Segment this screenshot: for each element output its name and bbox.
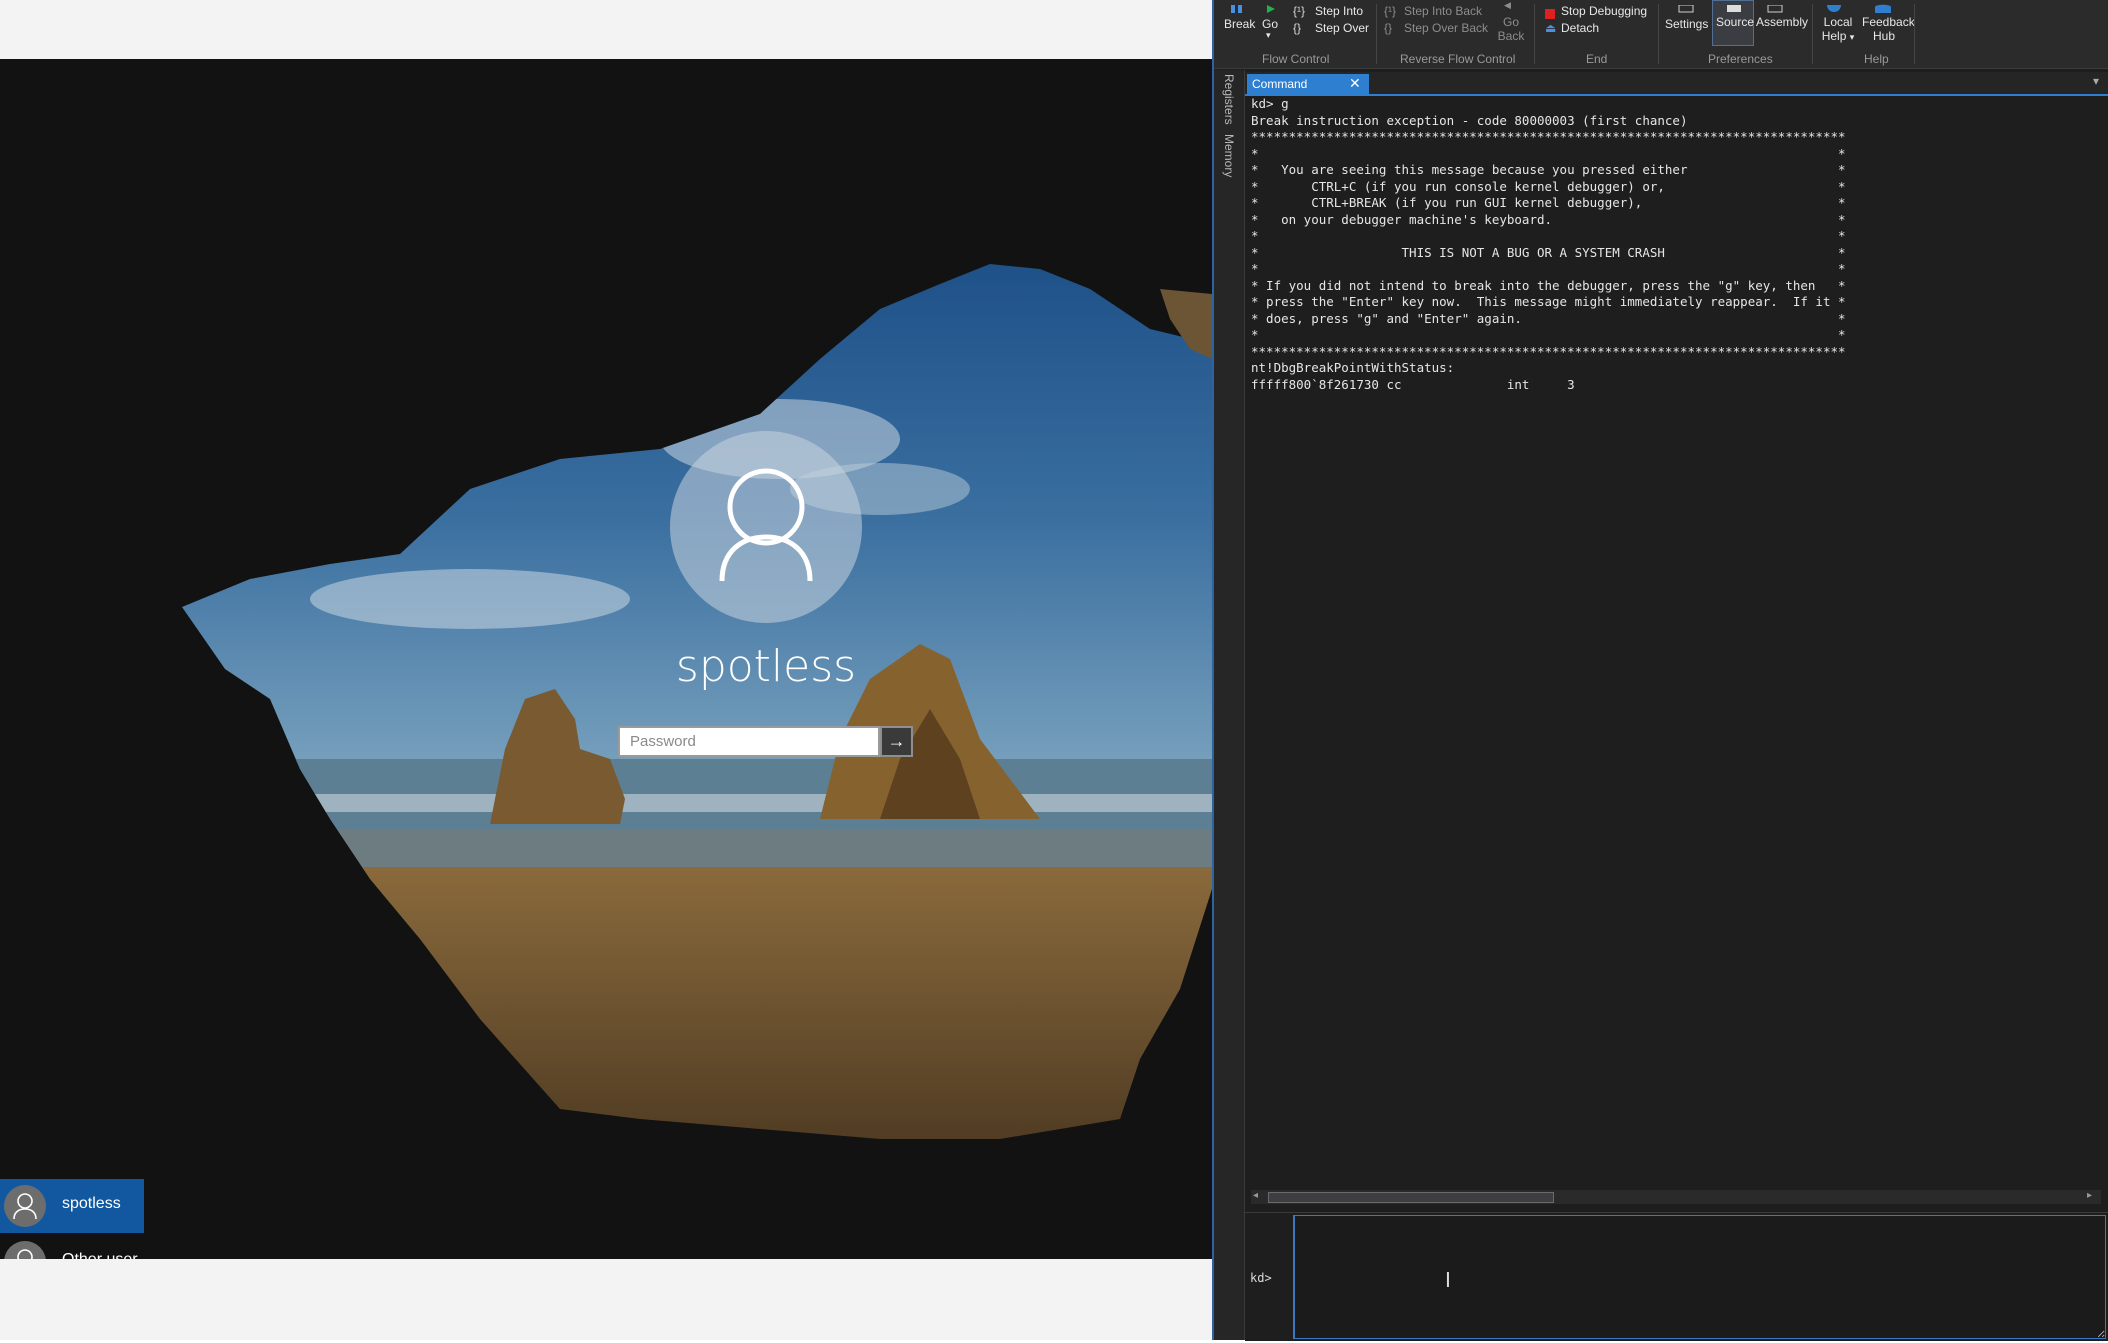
assembly-button[interactable]: Assembly bbox=[1756, 15, 1808, 29]
go-back-button[interactable]: Go Back bbox=[1496, 15, 1526, 43]
group-separator bbox=[1812, 4, 1813, 64]
step-into-button[interactable]: Step Into bbox=[1315, 4, 1363, 18]
step-into-back-button[interactable]: Step Into Back bbox=[1404, 4, 1482, 18]
output-line: ****************************************… bbox=[1251, 343, 1846, 359]
user-tile-label: spotless bbox=[62, 1195, 121, 1212]
user-avatar-large bbox=[670, 431, 862, 623]
group-separator bbox=[1658, 4, 1659, 64]
command-tab-bar: Command ✕ ▾ bbox=[1245, 72, 2108, 96]
end-group-label: End bbox=[1586, 52, 1608, 66]
play-icon bbox=[1266, 0, 1278, 18]
user-tile-spotless[interactable]: spotless bbox=[0, 1179, 144, 1233]
user-avatar bbox=[4, 1241, 46, 1259]
user-tile-other-user[interactable]: Other user bbox=[0, 1235, 144, 1259]
reverse-flow-group-label: Reverse Flow Control bbox=[1400, 52, 1516, 66]
output-line: * CTRL+BREAK (if you run GUI kernel debu… bbox=[1251, 195, 1846, 210]
output-line: Break instruction exception - code 80000… bbox=[1251, 112, 1688, 128]
output-line: * on your debugger machine's keyboard. * bbox=[1251, 211, 1846, 227]
output-line: * * bbox=[1251, 145, 1846, 161]
detach-icon: ⏏ bbox=[1545, 21, 1557, 35]
output-line: * does, press "g" and "Enter" again. * bbox=[1251, 310, 1846, 326]
vm-window-bottom bbox=[0, 1259, 1212, 1340]
command-input-box[interactable] bbox=[1293, 1215, 2106, 1339]
output-line: * CTRL+C (if you run console kernel debu… bbox=[1251, 178, 1846, 194]
command-output: kd> g Break instruction exception - code … bbox=[1251, 96, 2101, 1186]
output-line: ****************************************… bbox=[1251, 129, 1846, 144]
user-icon bbox=[13, 1193, 37, 1220]
kd-prompt: kd> bbox=[1250, 1271, 1272, 1285]
user-tile-label: Other user bbox=[62, 1251, 138, 1259]
step-into-icon: {¹} bbox=[1293, 4, 1306, 18]
step-into-back-icon: {¹} bbox=[1384, 4, 1397, 18]
help-group-label: Help bbox=[1864, 52, 1889, 66]
output-horizontal-scrollbar[interactable]: ◂ ▸ bbox=[1251, 1190, 2101, 1204]
settings-icon bbox=[1678, 0, 1694, 18]
text-cursor-icon: I bbox=[1445, 1268, 1451, 1292]
chevron-down-icon: ▾ bbox=[1849, 32, 1855, 42]
step-over-button[interactable]: Step Over bbox=[1315, 21, 1369, 35]
group-separator bbox=[1914, 4, 1915, 64]
step-over-icon: {} bbox=[1293, 21, 1302, 35]
tab-command-label: Command bbox=[1252, 77, 1308, 91]
go-back-icon: ◀ bbox=[1504, 0, 1511, 10]
ribbon-toolbar: Break Go ▾ {¹} Step Into {} Step Over Fl… bbox=[1214, 0, 2108, 69]
local-help-label: Local Help bbox=[1821, 15, 1853, 43]
login-username: spotless bbox=[675, 641, 857, 692]
vm-lock-screen[interactable]: spotless → spotless Other user bbox=[0, 59, 1212, 1259]
tab-command[interactable]: Command ✕ bbox=[1247, 74, 1369, 94]
output-line: * * bbox=[1251, 327, 1846, 342]
output-line: fffff800`8f261730 cc int 3 bbox=[1251, 376, 1575, 392]
memory-tab[interactable]: Memory bbox=[1222, 134, 1236, 177]
output-line: * THIS IS NOT A BUG OR A SYSTEM CRASH * bbox=[1251, 244, 1846, 260]
settings-button[interactable]: Settings bbox=[1665, 17, 1708, 31]
group-separator bbox=[1376, 4, 1377, 64]
user-avatar bbox=[4, 1185, 46, 1227]
output-line: * You are seeing this message because yo… bbox=[1251, 162, 1846, 177]
output-scrollbar-thumb[interactable] bbox=[1268, 1192, 1554, 1203]
output-line: nt!DbgBreakPointWithStatus: bbox=[1251, 360, 1455, 375]
chevron-down-icon[interactable]: ▾ bbox=[1266, 30, 1271, 41]
vm-window-titlebar bbox=[0, 0, 1212, 59]
command-input[interactable] bbox=[1295, 1216, 2105, 1338]
output-line: * press the "Enter" key now. This messag… bbox=[1251, 294, 1846, 309]
detach-button[interactable]: Detach bbox=[1561, 21, 1599, 35]
command-input-area: kd> bbox=[1245, 1212, 2108, 1341]
feedback-hub-button[interactable]: Feedback Hub bbox=[1862, 15, 1915, 43]
preferences-group-label: Preferences bbox=[1708, 52, 1773, 66]
pane-menu-icon[interactable]: ▾ bbox=[2093, 74, 2099, 88]
password-input[interactable] bbox=[620, 728, 878, 755]
user-icon bbox=[17, 1249, 33, 1259]
step-over-back-icon: {} bbox=[1384, 21, 1393, 35]
user-icon bbox=[719, 468, 813, 582]
flow-control-group-label: Flow Control bbox=[1262, 52, 1330, 66]
break-button[interactable]: Break bbox=[1224, 17, 1255, 31]
output-line: * * bbox=[1251, 228, 1846, 243]
pause-icon bbox=[1230, 0, 1244, 18]
submit-password-button[interactable]: → bbox=[880, 726, 913, 757]
registers-tab[interactable]: Registers bbox=[1222, 74, 1236, 125]
output-line: * * bbox=[1251, 261, 1846, 276]
scroll-right-arrow-icon[interactable]: ▸ bbox=[2087, 1190, 2092, 1201]
go-button[interactable]: Go bbox=[1262, 17, 1278, 31]
local-help-button[interactable]: Local Help ▾ bbox=[1818, 15, 1858, 44]
source-button[interactable]: Source bbox=[1716, 15, 1754, 29]
side-tab-strip: Registers Memory bbox=[1214, 70, 1245, 1340]
arrow-right-icon: → bbox=[887, 731, 906, 751]
step-over-back-button[interactable]: Step Over Back bbox=[1404, 21, 1488, 35]
password-field[interactable] bbox=[618, 726, 880, 757]
stop-debugging-button[interactable]: Stop Debugging bbox=[1561, 4, 1647, 18]
scroll-left-arrow-icon[interactable]: ◂ bbox=[1253, 1190, 1258, 1201]
output-line: kd> g bbox=[1251, 96, 1289, 111]
windbg-window: Break Go ▾ {¹} Step Into {} Step Over Fl… bbox=[1214, 0, 2108, 1341]
output-line: * If you did not intend to break into th… bbox=[1251, 277, 1846, 293]
close-icon[interactable]: ✕ bbox=[1349, 75, 1361, 92]
group-separator bbox=[1534, 4, 1535, 64]
